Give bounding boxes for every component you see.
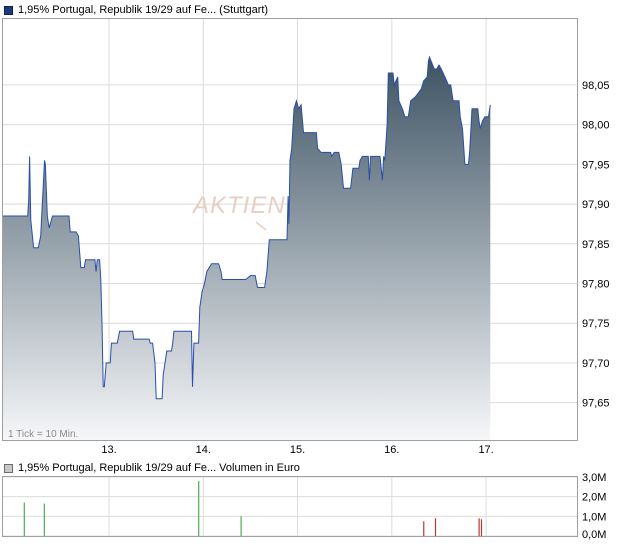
volume-legend-swatch: [4, 463, 13, 473]
volume-y-axis: 0,0M 1,0M 2,0M 3,0M: [582, 472, 606, 541]
price-x-tick-label: 15.: [290, 444, 305, 456]
price-y-tick-label: 97,85: [582, 239, 610, 251]
volume-y-tick-label: 1,0M: [582, 511, 606, 523]
price-x-tick-label: 13.: [101, 444, 116, 456]
volume-bar: [198, 480, 200, 536]
watermark-arrow: [255, 221, 267, 231]
price-area: [3, 57, 491, 440]
volume-bars: [23, 480, 483, 536]
price-y-tick-label: 98,00: [582, 120, 610, 132]
price-chart: AKTIEN 13. 14. 15. 16. 17. 97,6597,7097,7597…: [2, 18, 610, 456]
volume-bar: [434, 518, 437, 536]
price-x-tick-label: 17.: [478, 444, 493, 456]
volume-grid: [3, 476, 578, 537]
volume-bar: [423, 521, 425, 536]
volume-bar: [240, 516, 242, 536]
volume-frame: [2, 476, 578, 537]
price-x-axis: 13. 14. 15. 16. 17.: [101, 444, 493, 456]
price-y-tick-label: 97,65: [582, 398, 610, 410]
watermark: AKTIEN: [191, 192, 286, 219]
volume-y-tick-label: 0,0M: [582, 529, 606, 541]
price-x-tick-label: 16.: [384, 444, 399, 456]
price-y-tick-label: 97,70: [582, 358, 610, 370]
price-y-tick-label: 98,05: [582, 80, 610, 92]
price-y-axis: 97,65 97,70 97,75 97,80 97,85 97,90 97,95 98,00…: [582, 80, 610, 410]
price-y-tick-label: 97,80: [582, 279, 610, 291]
price-y-tick-label: 97,75: [582, 318, 610, 330]
tick-note: 1 Tick = 10 Min.: [8, 429, 78, 440]
volume-bar: [43, 503, 45, 536]
volume-y-tick-label: 3,0M: [582, 472, 606, 484]
volume-bar: [478, 518, 480, 536]
volume-y-tick-label: 2,0M: [582, 492, 606, 504]
price-y-tick-label: 97,95: [582, 159, 610, 171]
price-y-tick-label: 97,90: [582, 199, 610, 211]
volume-bar: [23, 502, 25, 536]
volume-legend: 1,95% Portugal, Republik 19/29 auf Fe...…: [4, 461, 300, 475]
price-x-tick-label: 14.: [196, 444, 211, 456]
volume-legend-label: 1,95% Portugal, Republik 19/29 auf Fe...…: [18, 462, 300, 474]
volume-bar: [480, 519, 483, 536]
